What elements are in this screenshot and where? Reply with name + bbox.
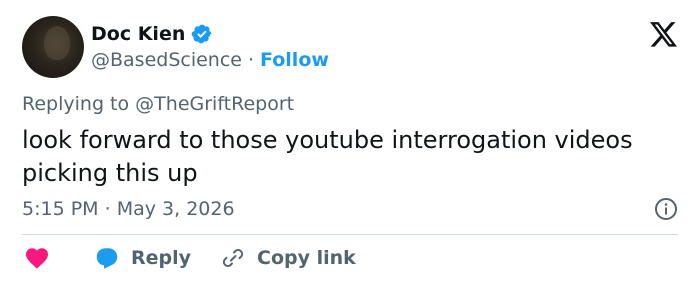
- tweet-date[interactable]: May 3, 2026: [117, 198, 235, 220]
- link-icon: [221, 246, 245, 270]
- replying-to: Replying to @TheGriftReport: [22, 92, 294, 116]
- tweet-timestamp[interactable]: 5:15 PM · May 3, 2026: [22, 197, 235, 221]
- copy-link-button[interactable]: Copy link: [221, 246, 356, 270]
- tweet-time[interactable]: 5:15 PM: [22, 198, 99, 220]
- tweet-text: look forward to those youtube interrogat…: [22, 126, 633, 187]
- follow-button[interactable]: Follow: [260, 48, 329, 72]
- divider: [22, 234, 678, 235]
- avatar[interactable]: [22, 16, 84, 78]
- like-button[interactable]: [25, 247, 49, 269]
- author-handle-row: @BasedScience · Follow: [91, 48, 329, 72]
- copy-link-label: Copy link: [257, 247, 356, 269]
- reply-label: Reply: [131, 247, 192, 269]
- replying-mention[interactable]: @TheGriftReport: [135, 93, 294, 115]
- timestamp-separator: ·: [104, 198, 111, 220]
- heart-icon: [25, 247, 49, 269]
- author-name-row: Doc Kien: [91, 22, 213, 46]
- reply-button[interactable]: Reply: [95, 247, 191, 269]
- info-icon[interactable]: [654, 197, 678, 221]
- verified-badge-icon: [191, 23, 213, 45]
- action-bar: Reply Copy link: [22, 246, 356, 270]
- author-name[interactable]: Doc Kien: [91, 22, 185, 46]
- replying-prefix: Replying to: [22, 93, 130, 115]
- x-logo-icon[interactable]: [650, 22, 678, 48]
- author-handle[interactable]: @BasedScience: [91, 48, 242, 72]
- separator-dot: ·: [247, 49, 255, 71]
- reply-bubble-icon: [95, 247, 119, 269]
